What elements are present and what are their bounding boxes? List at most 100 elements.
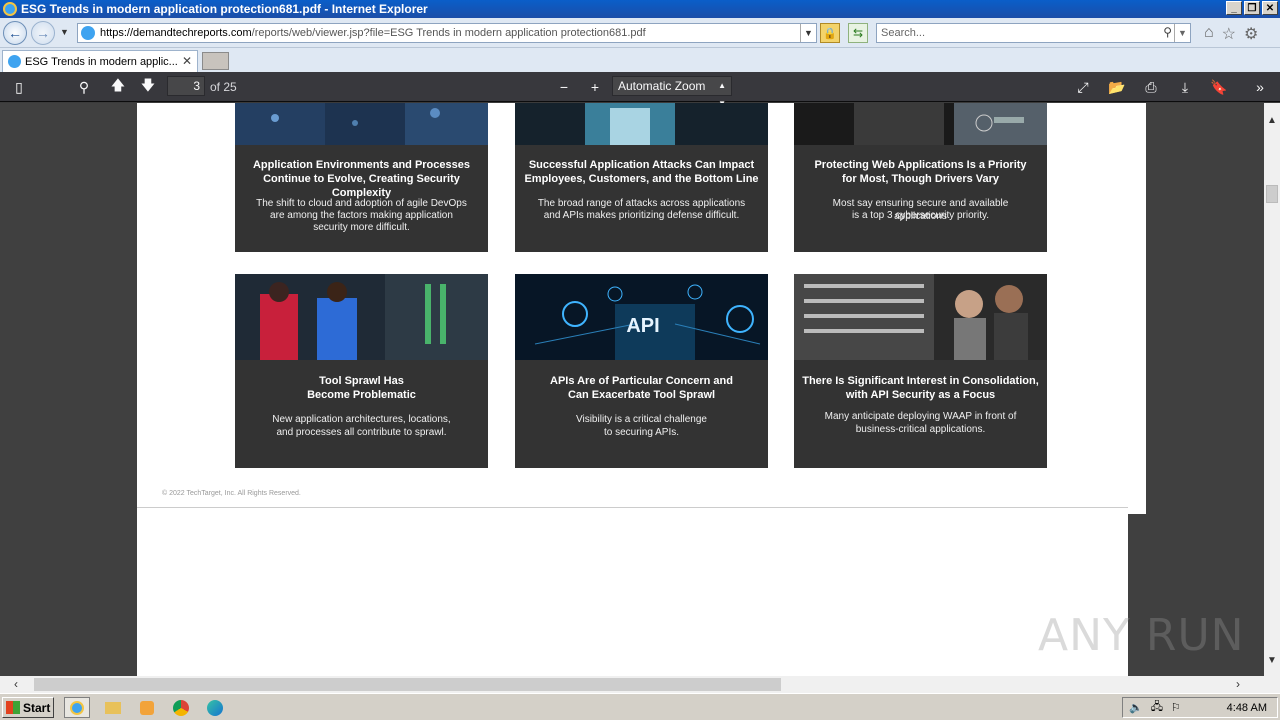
- print-icon[interactable]: ⎙: [1141, 78, 1161, 96]
- windows-logo-icon: [6, 701, 20, 714]
- card-description-line: New application architectures, locations…: [272, 414, 451, 425]
- minimize-button[interactable]: _: [1226, 1, 1242, 15]
- vertical-scroll-thumb[interactable]: [1266, 185, 1278, 203]
- zoom-select[interactable]: Automatic Zoom ▲▼: [612, 76, 732, 108]
- taskbar-explorer-icon[interactable]: [100, 697, 126, 718]
- vertical-scrollbar[interactable]: ▲ ▼: [1264, 103, 1280, 676]
- card-image-people-servers: [794, 274, 1047, 360]
- page-count: of 25: [210, 80, 237, 94]
- card-title-line: with API Security as a Focus: [845, 389, 996, 401]
- presentation-mode-icon[interactable]: ⤢: [1073, 78, 1093, 96]
- volume-icon[interactable]: 🔈: [1129, 701, 1143, 714]
- tools-menu-icon[interactable]: »: [1250, 78, 1270, 96]
- home-icon[interactable]: ⌂: [1204, 24, 1214, 44]
- history-dropdown-icon[interactable]: ▼: [60, 27, 69, 37]
- close-tab-icon[interactable]: ✕: [182, 54, 192, 68]
- clock[interactable]: 4:48 AM: [1227, 702, 1267, 714]
- card-tool-sprawl: Tool Sprawl Has Become Problematic New a…: [235, 274, 488, 468]
- card-image-person-computer: [515, 103, 768, 145]
- window-title: ESG Trends in modern application protect…: [21, 2, 428, 16]
- previous-page-icon[interactable]: 🡅: [108, 77, 128, 96]
- search-input[interactable]: Search... ⚲ ▼: [876, 23, 1191, 43]
- zoom-out-icon[interactable]: −: [554, 78, 574, 96]
- pdf-page-4: [137, 507, 1128, 676]
- card-description-line: The shift to cloud and adoption of agile…: [256, 198, 467, 209]
- card-description-line: and processes all contribute to sprawl.: [276, 427, 447, 438]
- download-icon[interactable]: ⤓: [1175, 78, 1195, 96]
- lock-icon[interactable]: 🔒: [820, 23, 840, 43]
- horizontal-scroll-thumb[interactable]: [34, 678, 781, 691]
- url-path: /reports/web/viewer.jsp?file=ESG Trends …: [251, 27, 646, 39]
- action-center-flag-icon[interactable]: ⚐: [1171, 701, 1181, 714]
- start-label: Start: [23, 700, 51, 715]
- forward-button[interactable]: →: [31, 21, 55, 45]
- card-title-line: Successful Application Attacks Can Impac…: [528, 159, 755, 171]
- url-dropdown-icon[interactable]: ▼: [800, 24, 816, 42]
- search-icon[interactable]: ⚲: [1163, 25, 1172, 39]
- new-tab-button[interactable]: [202, 52, 229, 70]
- pdf-viewer-area[interactable]: Application Environments and Processes C…: [0, 103, 1264, 676]
- card-description-line: business-critical applications.: [855, 424, 986, 435]
- next-page-icon[interactable]: 🡇: [138, 77, 158, 96]
- page-favicon-icon: [81, 26, 95, 40]
- scroll-up-icon[interactable]: ▲: [1267, 115, 1277, 126]
- card-title-line: Can Exacerbate Tool Sprawl: [567, 389, 716, 401]
- card-description-line: The broad range of attacks across applic…: [537, 198, 746, 209]
- taskbar-media-player-icon[interactable]: [134, 697, 160, 718]
- back-button[interactable]: ←: [3, 21, 27, 45]
- card-consolidation-interest: There Is Significant Interest in Consoli…: [794, 274, 1047, 468]
- taskbar-edge-icon[interactable]: [202, 697, 228, 718]
- card-description-line: to securing APIs.: [603, 427, 680, 438]
- card-title-line: Protecting Web Applications Is a Priorit…: [814, 159, 1027, 171]
- anyrun-watermark: ANY RUN: [1038, 610, 1245, 661]
- taskbar-chrome-icon[interactable]: [168, 697, 194, 718]
- card-protecting-web-apps: Protecting Web Applications Is a Priorit…: [794, 103, 1047, 252]
- url-field[interactable]: https://demandtechreports.com/reports/we…: [77, 23, 817, 43]
- bookmark-icon[interactable]: 🔖: [1209, 78, 1229, 96]
- zoom-value: Automatic Zoom: [618, 79, 706, 93]
- card-title-line: Continue to Evolve, Creating Security Co…: [263, 173, 460, 199]
- sidebar-toggle-icon[interactable]: ▯: [9, 78, 29, 96]
- network-icon[interactable]: 🖧: [1151, 698, 1163, 717]
- restore-button[interactable]: ❐: [1244, 1, 1260, 15]
- address-toolbar: ← → ▼ https://demandtechreports.com/repo…: [0, 18, 1280, 48]
- scroll-left-icon[interactable]: ‹: [14, 677, 18, 691]
- card-application-attacks: Successful Application Attacks Can Impac…: [515, 103, 768, 252]
- start-button[interactable]: Start: [2, 697, 54, 718]
- ie-logo-icon: [3, 2, 17, 16]
- api-image-text: API: [626, 315, 659, 337]
- taskbar-ie-icon[interactable]: [64, 697, 90, 718]
- card-description-line: Visibility is a critical challenge: [576, 414, 707, 425]
- tab-label: ESG Trends in modern applic...: [25, 55, 178, 68]
- zoom-in-icon[interactable]: +: [585, 78, 605, 96]
- search-placeholder: Search...: [881, 27, 926, 39]
- card-app-environments: Application Environments and Processes C…: [235, 103, 488, 252]
- tab-strip: ESG Trends in modern applic... ✕: [0, 48, 1280, 72]
- card-description-line: and APIs makes prioritizing defense diff…: [543, 210, 740, 221]
- card-title-line: Employees, Customers, and the Bottom Lin…: [524, 173, 759, 185]
- pdf-toolbar: ▯ ⚲ 🡅 🡇 3 of 25 − + Automatic Zoom ▲▼ ⤢ …: [0, 72, 1280, 108]
- system-tray: 🔈 🖧 ⚐ 4:48 AM: [1122, 697, 1278, 718]
- pdf-page-3: Application Environments and Processes C…: [137, 103, 1146, 514]
- card-apis-concern: API APIs Are of Particular Concern and C…: [515, 274, 768, 468]
- settings-gear-icon[interactable]: ⚙: [1244, 24, 1258, 44]
- windows-taskbar: Start 🔈 🖧 ⚐ 4:48 AM: [0, 693, 1280, 720]
- scrollbar-corner: [1264, 676, 1280, 693]
- page-number-input[interactable]: 3: [167, 76, 205, 96]
- tab-esg-pdf[interactable]: ESG Trends in modern applic... ✕: [2, 50, 198, 72]
- card-description-line: security more difficult.: [313, 222, 410, 233]
- tab-favicon-icon: [8, 55, 21, 68]
- card-description-line: are among the factors making application: [270, 210, 453, 221]
- find-icon[interactable]: ⚲: [74, 78, 94, 96]
- scroll-down-icon[interactable]: ▼: [1267, 655, 1277, 666]
- search-dropdown-icon[interactable]: ▼: [1174, 24, 1190, 42]
- close-button[interactable]: ✕: [1262, 1, 1278, 15]
- refresh-icon[interactable]: ⇆: [848, 23, 868, 43]
- horizontal-scrollbar[interactable]: ‹ ›: [0, 676, 1264, 693]
- favorites-star-icon[interactable]: ☆: [1222, 24, 1236, 44]
- card-description-line: is a top 3 cybersecurity priority.: [851, 210, 990, 221]
- card-image-api-graphic: API: [515, 274, 768, 360]
- copyright-text: © 2022 TechTarget, Inc. All Rights Reser…: [162, 490, 301, 497]
- open-file-icon[interactable]: 📂: [1107, 78, 1127, 96]
- scroll-right-icon[interactable]: ›: [1236, 677, 1240, 691]
